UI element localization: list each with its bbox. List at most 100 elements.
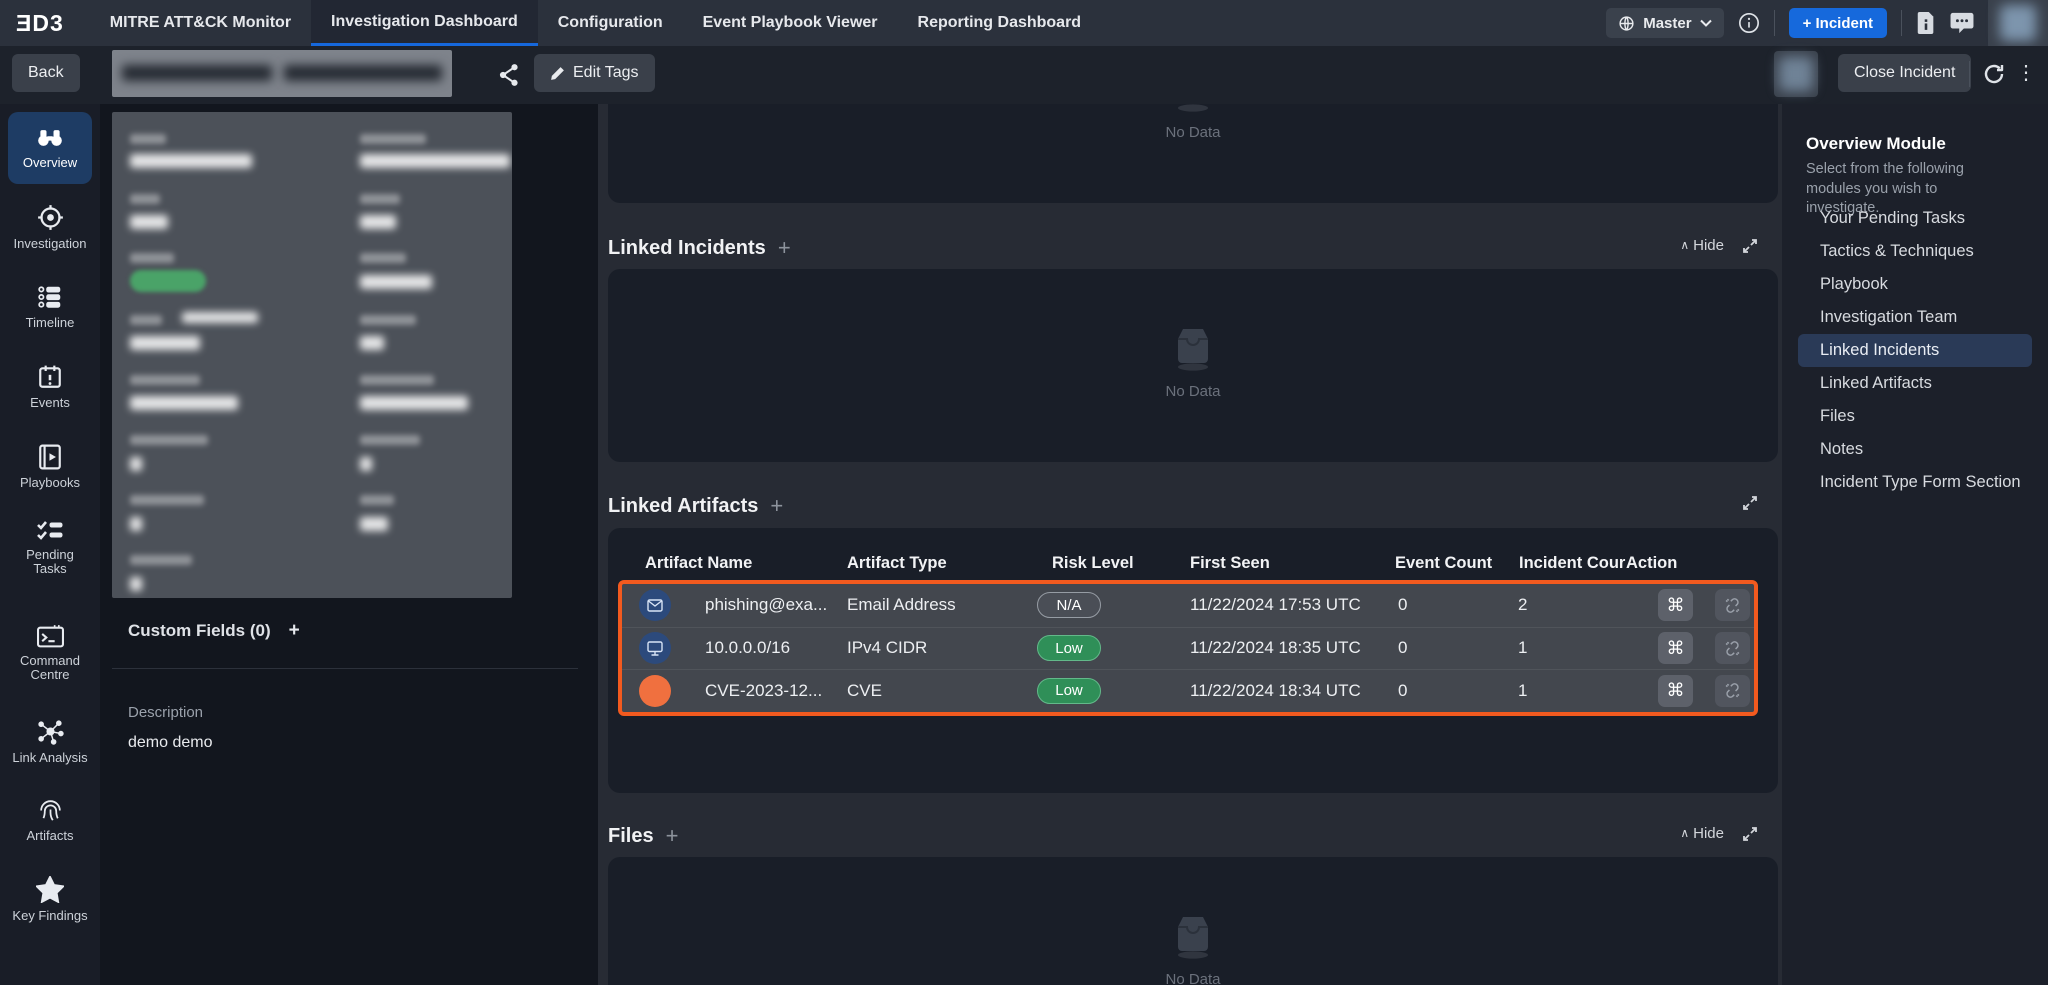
- rail-label: Playbooks: [20, 476, 80, 490]
- tab-investigation-dashboard[interactable]: Investigation Dashboard: [311, 0, 538, 46]
- rail-item-timeline[interactable]: Timeline: [0, 284, 100, 330]
- d3-logo[interactable]: ƎD3: [0, 0, 90, 46]
- rail-label: Artifacts: [27, 829, 74, 843]
- module-link-linked-artifacts[interactable]: Linked Artifacts: [1798, 367, 2032, 400]
- expand-icon[interactable]: [1742, 495, 1758, 511]
- artifact-command-button[interactable]: ⌘: [1658, 632, 1693, 664]
- star-icon: [36, 876, 64, 903]
- hide-linked-incidents-button[interactable]: ∧Hide: [1680, 237, 1724, 254]
- rail-item-playbooks[interactable]: Playbooks: [0, 444, 100, 490]
- hide-files-button[interactable]: ∧Hide: [1680, 825, 1724, 842]
- rail-item-key-findings[interactable]: Key Findings: [0, 876, 100, 923]
- module-link-tactics-techniques[interactable]: Tactics & Techniques: [1798, 235, 2032, 268]
- rail-item-link-analysis[interactable]: Link Analysis: [0, 718, 100, 765]
- incident-summary-panel: Custom Fields (0) + Description demo dem…: [100, 104, 598, 985]
- artifact-type: IPv4 CIDR: [847, 638, 927, 658]
- top-nav: ƎD3 MITRE ATT&CK Monitor Investigation D…: [0, 0, 2048, 46]
- artifact-command-button[interactable]: ⌘: [1658, 675, 1693, 707]
- info-icon[interactable]: [1738, 12, 1760, 34]
- unlink-icon: [1724, 682, 1741, 699]
- unlink-artifact-button[interactable]: [1715, 675, 1750, 707]
- artifact-name[interactable]: CVE-2023-12...: [705, 681, 822, 701]
- artifact-row[interactable]: CVE-2023-12... CVE Low 11/22/2024 18:34 …: [622, 669, 1754, 712]
- close-incident-button[interactable]: Close Incident: [1838, 54, 1971, 92]
- module-link-investigation-team[interactable]: Investigation Team: [1798, 301, 2032, 334]
- globe-icon: [1618, 15, 1635, 32]
- tab-reporting-dashboard[interactable]: Reporting Dashboard: [898, 0, 1102, 46]
- artifact-name[interactable]: phishing@exa...: [705, 595, 827, 615]
- artifact-type: CVE: [847, 681, 882, 701]
- col-artifact-type: Artifact Type: [847, 554, 947, 573]
- assignee-avatar-redacted[interactable]: [1774, 51, 1818, 97]
- divider: [112, 668, 578, 669]
- chat-icon[interactable]: [1950, 12, 1974, 34]
- workspace-selector[interactable]: Master: [1606, 8, 1723, 38]
- module-link-files[interactable]: Files: [1798, 400, 2032, 433]
- share-icon[interactable]: [498, 63, 520, 87]
- module-link-incident-type-form-section[interactable]: Incident Type Form Section: [1798, 466, 2032, 499]
- edit-tags-button[interactable]: Edit Tags: [534, 54, 655, 92]
- first-seen: 11/22/2024 18:35 UTC: [1190, 638, 1361, 658]
- module-link-playbook[interactable]: Playbook: [1798, 268, 2032, 301]
- back-button[interactable]: Back: [12, 54, 80, 92]
- divider: [1969, 61, 1970, 87]
- col-risk-level: Risk Level: [1052, 554, 1134, 573]
- overview-modules-scroll[interactable]: No Data Linked Incidents + ∧Hide No Data…: [598, 104, 1782, 985]
- incident-toolbar: Back Edit Tags Close Incident ⋮: [0, 46, 2048, 104]
- chevron-up-icon: ∧: [1680, 826, 1689, 840]
- edit-tags-label: Edit Tags: [573, 64, 639, 82]
- add-file-button[interactable]: +: [666, 823, 679, 849]
- module-link-linked-incidents[interactable]: Linked Incidents: [1798, 334, 2032, 367]
- rail-label: Link Analysis: [12, 751, 87, 765]
- nav-tabs: MITRE ATT&CK Monitor Investigation Dashb…: [90, 0, 1101, 46]
- avatar-image-redacted: [1779, 57, 1813, 91]
- expand-icon[interactable]: [1742, 238, 1758, 254]
- tab-mitre-attack-monitor[interactable]: MITRE ATT&CK Monitor: [90, 0, 311, 46]
- incident-count: 1: [1518, 681, 1527, 701]
- overview-module-title: Overview Module: [1806, 134, 1946, 154]
- release-notes-icon[interactable]: [1916, 12, 1936, 34]
- rail-item-command-centre[interactable]: Command Centre: [0, 624, 100, 683]
- no-data-icon: [1165, 913, 1221, 959]
- workspace-label: Master: [1643, 15, 1691, 32]
- rail-item-investigation[interactable]: Investigation: [0, 204, 100, 251]
- linked-incidents-card: No Data: [608, 269, 1778, 462]
- artifact-type: Email Address: [847, 595, 956, 615]
- description-value: demo demo: [128, 734, 213, 752]
- tab-configuration[interactable]: Configuration: [538, 0, 683, 46]
- add-custom-field-button[interactable]: +: [289, 620, 300, 642]
- module-link-notes[interactable]: Notes: [1798, 433, 2032, 466]
- artifact-row[interactable]: 10.0.0.0/16 IPv4 CIDR Low 11/22/2024 18:…: [622, 627, 1754, 670]
- host-artifact-icon: [639, 632, 671, 664]
- add-linked-artifact-button[interactable]: +: [770, 493, 783, 519]
- risk-level-badge: N/A: [1037, 592, 1101, 618]
- tab-event-playbook-viewer[interactable]: Event Playbook Viewer: [683, 0, 898, 46]
- artifact-command-button[interactable]: ⌘: [1658, 589, 1693, 621]
- linked-incidents-title: Linked Incidents: [608, 237, 766, 260]
- cve-artifact-icon: [639, 675, 671, 707]
- expand-icon[interactable]: [1742, 826, 1758, 842]
- incident-count: 1: [1518, 638, 1527, 658]
- unlink-artifact-button[interactable]: [1715, 589, 1750, 621]
- artifact-name[interactable]: 10.0.0.0/16: [705, 638, 790, 658]
- user-avatar[interactable]: [1988, 0, 2048, 46]
- refresh-icon[interactable]: [1982, 62, 2006, 86]
- severity-pill-redacted: [130, 270, 206, 292]
- col-event-count: Event Count: [1395, 554, 1492, 573]
- new-incident-button[interactable]: + Incident: [1789, 8, 1887, 38]
- module-rail: Overview Investigation Timeline Events P…: [0, 104, 100, 985]
- rail-item-overview[interactable]: Overview: [8, 112, 92, 184]
- col-artifact-name: Artifact Name: [645, 554, 752, 573]
- artifact-row[interactable]: phishing@exa... Email Address N/A 11/22/…: [622, 584, 1754, 627]
- custom-fields-label: Custom Fields (0): [128, 621, 271, 641]
- playbook-icon: [38, 444, 62, 470]
- rail-item-pending-tasks[interactable]: Pending Tasks: [0, 518, 100, 577]
- calendar-alert-icon: [37, 364, 63, 390]
- module-link-your-pending-tasks[interactable]: Your Pending Tasks: [1798, 202, 2032, 235]
- add-linked-incident-button[interactable]: +: [778, 235, 791, 261]
- rail-item-artifacts[interactable]: Artifacts: [0, 796, 100, 843]
- checklist-icon: [36, 518, 64, 542]
- rail-item-events[interactable]: Events: [0, 364, 100, 410]
- kebab-menu-icon[interactable]: ⋮: [2016, 60, 2036, 85]
- unlink-artifact-button[interactable]: [1715, 632, 1750, 664]
